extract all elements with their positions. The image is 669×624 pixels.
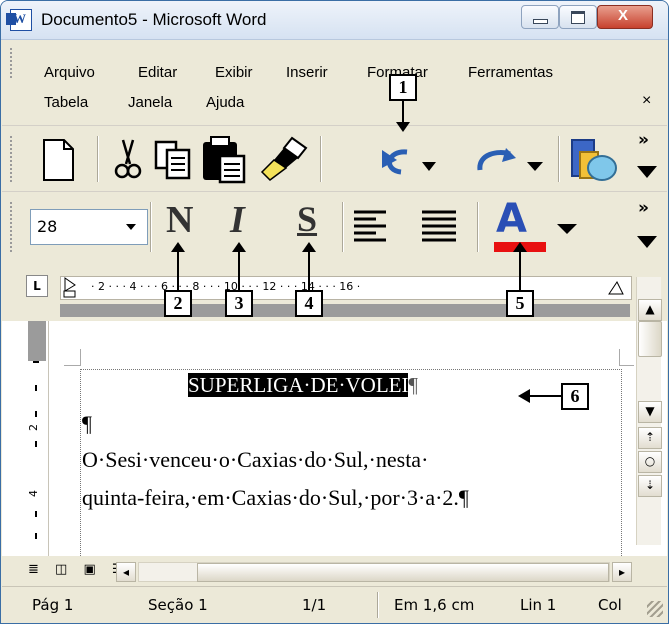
italic-button[interactable]: I [230, 198, 245, 242]
menu-janela[interactable]: Janela [128, 94, 172, 111]
justify-icon[interactable] [420, 208, 458, 244]
scroll-thumb[interactable] [638, 321, 662, 357]
vruler-label: 2 [27, 424, 40, 431]
callout-5: 5 [506, 290, 534, 317]
status-bar: Pág 1 Seção 1 1/1 Em 1,6 cm Lin 1 Col [2, 586, 667, 623]
undo-icon[interactable] [377, 144, 437, 180]
view-and-scroll-bar: ≣ ◫ ▣ ☷ ◂ ▸ [2, 556, 667, 586]
callout-3: 3 [225, 290, 253, 317]
font-size-dropdown[interactable]: 28 [30, 209, 148, 245]
font-color-button[interactable]: A [496, 196, 527, 242]
maximize-button[interactable] [559, 5, 597, 29]
menu-editar[interactable]: Editar [138, 64, 177, 81]
callout-5-arrow [519, 251, 521, 291]
status-section: Seção 1 [148, 596, 208, 614]
horizontal-scroll-thumb[interactable] [197, 563, 609, 582]
status-line: Lin 1 [520, 596, 557, 614]
underline-button[interactable]: S [297, 198, 317, 240]
format-painter-icon[interactable] [256, 132, 312, 184]
empty-paragraph[interactable]: ¶ [82, 411, 92, 437]
right-indent-icon[interactable] [607, 279, 625, 297]
standard-toolbar: » [2, 125, 667, 192]
tab-selector[interactable]: L [26, 275, 48, 297]
paste-icon[interactable] [200, 132, 248, 184]
vertical-ruler: 2 4 [26, 321, 49, 556]
scroll-up-button[interactable]: ▲ [638, 299, 662, 321]
indent-marker-icon[interactable] [61, 277, 81, 299]
ruler-margin-bar [60, 304, 630, 317]
align-left-icon[interactable] [352, 208, 390, 244]
insert-object-icon[interactable] [568, 134, 620, 184]
scroll-down-button[interactable]: ▼ [638, 401, 662, 423]
next-page-button[interactable]: ⇣ [638, 475, 662, 497]
close-document-button[interactable]: × [642, 92, 651, 110]
selected-title-text[interactable]: SUPERLIGA·DE·VOLEI¶ [188, 373, 418, 398]
callout-1: 1 [389, 74, 417, 101]
body-line-1[interactable]: O·Sesi·venceu·o·Caxias·do·Sul,·nesta· [82, 447, 428, 473]
cut-icon[interactable] [110, 136, 146, 182]
menu-bar: Arquivo Editar Exibir Inserir Formatar F… [2, 40, 667, 125]
horizontal-scroll-track[interactable] [138, 562, 610, 582]
status-column: Col [598, 596, 622, 614]
word-app-icon[interactable] [6, 9, 32, 31]
horizontal-ruler: L · 2 · · · 4 · · · 6 · · · 8 · · · 10 ·… [2, 261, 667, 321]
toolbar-options-icon[interactable] [634, 164, 660, 180]
toolbar-grip[interactable] [10, 136, 16, 182]
menu-exibir[interactable]: Exibir [215, 64, 253, 81]
new-document-icon[interactable] [40, 138, 76, 182]
toolbar-options-icon[interactable] [634, 234, 660, 250]
status-page: Pág 1 [32, 596, 74, 614]
menu-ajuda[interactable]: Ajuda [206, 94, 244, 111]
more-buttons-icon[interactable]: » [638, 198, 649, 218]
menu-ferramentas[interactable]: Ferramentas [468, 64, 553, 81]
callout-4-arrow [308, 251, 310, 291]
scroll-left-button[interactable]: ◂ [116, 562, 136, 582]
ruler-scale[interactable]: · 2 · · · 4 · · · 6 · · · 8 · · · 10 · ·… [60, 276, 632, 300]
arrow-down-icon [396, 122, 410, 132]
callout-2-arrow [177, 251, 179, 291]
body-line-2[interactable]: quinta-feira,·em·Caxias·do·Sul,·por·3·a·… [82, 485, 469, 511]
window-title: Documento5 - Microsoft Word [41, 10, 267, 29]
title-bar: Documento5 - Microsoft Word [1, 1, 668, 40]
vruler-label: 4 [27, 490, 40, 497]
chevron-down-icon [126, 224, 136, 230]
menu-grip[interactable] [10, 48, 16, 78]
browse-object-button[interactable]: ○ [638, 451, 662, 473]
toolbar-grip[interactable] [10, 202, 16, 252]
previous-page-button[interactable]: ⇡ [638, 427, 662, 449]
bold-button[interactable]: N [166, 198, 193, 242]
vertical-scrollbar[interactable]: ▲ ▼ ⇡ ○ ⇣ [636, 277, 662, 545]
word-window: Documento5 - Microsoft Word Arquivo Edit… [0, 0, 669, 624]
font-size-value: 28 [37, 217, 58, 236]
callout-2: 2 [164, 290, 192, 317]
callout-4: 4 [295, 290, 323, 317]
menu-arquivo[interactable]: Arquivo [44, 64, 95, 81]
scroll-right-button[interactable]: ▸ [612, 562, 632, 582]
callout-6-arrow [529, 395, 561, 397]
redo-icon[interactable] [472, 144, 552, 180]
status-pages: 1/1 [302, 596, 327, 614]
view-buttons[interactable]: ≣ ◫ ▣ ☷ [28, 562, 130, 577]
menu-inserir[interactable]: Inserir [286, 64, 328, 81]
callout-3-arrow [238, 251, 240, 291]
close-button[interactable] [597, 5, 653, 29]
callout-6: 6 [561, 383, 589, 410]
copy-icon[interactable] [152, 136, 194, 182]
resize-grip[interactable] [647, 601, 663, 617]
document-area[interactable]: 2 4 SUPERLIGA·DE·VOLEI¶ ¶ O·Sesi·venceu·… [2, 277, 667, 586]
menu-tabela[interactable]: Tabela [44, 94, 88, 111]
formatting-toolbar: 28 N I S A » [2, 191, 667, 262]
status-position: Em 1,6 cm [394, 596, 475, 614]
more-buttons-icon[interactable]: » [638, 130, 649, 150]
minimize-button[interactable] [521, 5, 559, 29]
font-color-dropdown-icon[interactable] [555, 222, 579, 236]
